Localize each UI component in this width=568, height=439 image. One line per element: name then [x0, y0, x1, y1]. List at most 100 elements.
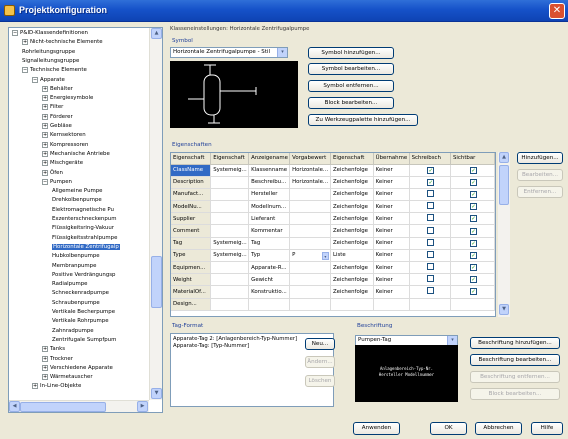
tree-item[interactable]: + Öfen	[42, 169, 63, 177]
cancel-button[interactable]: Abbrechen	[475, 422, 522, 435]
grid-column-header[interactable]: Anzeigename	[248, 153, 291, 165]
readonly-checkbox[interactable]	[427, 250, 435, 258]
tree-item[interactable]: Vertikale Becherpumpe	[52, 308, 115, 316]
chevron-down-icon[interactable]: ▾	[447, 336, 457, 345]
tree-item[interactable]: + Behälter	[42, 85, 73, 93]
scroll-thumb[interactable]	[499, 165, 509, 205]
readonly-checkbox[interactable]	[427, 275, 435, 283]
visible-checkbox[interactable]: ✓	[470, 178, 477, 186]
table-row[interactable]: Weight Gewicht Zeichenfolge Keiner ✓	[171, 273, 495, 287]
collapse-icon[interactable]: −	[22, 67, 28, 74]
add-symbol-button[interactable]: Symbol hinzufügen...	[308, 47, 394, 59]
tree-item[interactable]: − P&ID-Klassendefinitionen	[12, 29, 88, 37]
expand-icon[interactable]: +	[42, 364, 48, 371]
tree-item[interactable]: Signalleitungsgruppe	[22, 57, 79, 65]
tree-item[interactable]: Exzenterschneckenpum	[52, 215, 116, 223]
scroll-up-arrow-icon[interactable]: ▲	[151, 28, 162, 39]
tree-item[interactable]: Elektromagnetische Pu	[52, 206, 114, 214]
table-row[interactable]: Design...	[171, 298, 495, 311]
tree-item[interactable]: − Pumpen	[42, 178, 72, 186]
tree-item[interactable]: Vertikale Rohrpumpe	[52, 317, 109, 325]
scroll-down-arrow-icon[interactable]: ▼	[499, 304, 509, 315]
table-row[interactable]: Description Beschreibu... Horizontale... Ze…	[171, 176, 495, 189]
remove-property-button[interactable]: Entfernen...	[517, 186, 563, 198]
readonly-checkbox[interactable]	[427, 214, 435, 222]
tree-item[interactable]: + Kompressoren	[42, 141, 88, 149]
tree-item[interactable]: Membranpumpe	[52, 262, 96, 270]
tree-item[interactable]: + Nicht-technische Elemente	[22, 38, 103, 46]
properties-scrollbar[interactable]: ▲ ▼	[498, 152, 510, 317]
visible-checkbox[interactable]: ✓	[470, 190, 477, 198]
expand-icon[interactable]: +	[42, 95, 48, 102]
tree-item[interactable]: + Mechanische Antriebe	[42, 150, 110, 158]
visible-checkbox[interactable]: ✓	[470, 203, 477, 211]
chevron-down-icon[interactable]: ▾	[321, 251, 329, 260]
table-row[interactable]: Tag Systemeig... Tag Zeichenfolge Keiner ✓	[171, 237, 495, 250]
tree-item[interactable]: Radialpumpe	[52, 280, 87, 288]
new-tag-format-button[interactable]: Neu...	[305, 338, 335, 350]
scroll-thumb[interactable]	[20, 402, 106, 412]
expand-icon[interactable]: +	[42, 113, 48, 120]
collapse-icon[interactable]: −	[12, 30, 18, 36]
edit-label-button[interactable]: Beschriftung bearbeiten...	[470, 354, 560, 366]
grid-column-header[interactable]: Vorgabewert	[289, 153, 331, 165]
tree-item[interactable]: Schraubenpumpe	[52, 299, 100, 307]
add-label-button[interactable]: Beschriftung hinzufügen...	[470, 337, 560, 349]
readonly-checkbox[interactable]	[427, 202, 435, 210]
grid-column-header[interactable]: Schreibsch	[409, 153, 452, 165]
expand-icon[interactable]: +	[42, 150, 48, 157]
tree-item[interactable]: + Wärmetauscher	[42, 373, 93, 381]
ok-button[interactable]: OK	[430, 422, 467, 435]
readonly-checkbox[interactable]	[427, 263, 435, 271]
tree-item[interactable]: Positive Verdrängungsp	[52, 271, 115, 279]
readonly-checkbox[interactable]: ✓	[427, 166, 435, 174]
expand-icon[interactable]: +	[42, 355, 48, 362]
tree-item[interactable]: + Tanks	[42, 345, 65, 353]
edit-block-button[interactable]: Block bearbeiten...	[308, 97, 394, 109]
tree-item[interactable]: Horizontale Zentrifugalp	[52, 243, 120, 251]
readonly-checkbox[interactable]	[427, 287, 435, 295]
tree-item[interactable]: + Trockner	[42, 355, 73, 363]
tree-item[interactable]: Drehkolbenpumpe	[52, 196, 102, 204]
tree-item[interactable]: + Förderer	[42, 113, 73, 121]
symbol-style-select[interactable]: Horizontale Zentrifugalpumpe - Stil ▾	[170, 47, 288, 58]
properties-grid[interactable]: Eigenschaft Eigenschaft Anzeigename Vorgabe…	[170, 152, 496, 317]
close-button[interactable]: ✕	[549, 3, 565, 19]
visible-checkbox[interactable]: ✓	[470, 239, 477, 247]
expand-icon[interactable]: +	[42, 132, 48, 139]
edit-tag-format-button[interactable]: Ändern...	[305, 356, 335, 368]
collapse-icon[interactable]: −	[32, 76, 38, 83]
help-button[interactable]: Hilfe	[531, 422, 563, 435]
remove-label-button[interactable]: Beschriftung entfernen...	[470, 371, 560, 383]
apply-button[interactable]: Anwenden	[353, 422, 400, 435]
tree-item[interactable]: Rohrleitungsgruppe	[22, 48, 75, 56]
scroll-right-arrow-icon[interactable]: ▶	[137, 401, 148, 412]
tree-item[interactable]: + Kernsektoren	[42, 131, 86, 139]
tree-horizontal-scrollbar[interactable]: ◀ ▶	[9, 400, 149, 412]
table-row[interactable]: Equipmen... Apparate-R... Zeichenfolge Kein…	[171, 261, 495, 275]
tree-item[interactable]: + Filter	[42, 103, 63, 111]
table-row[interactable]: ModelNu... Modellnum... Zeichenfolge Keiner…	[171, 200, 495, 214]
grid-column-header[interactable]: Eigenschaft	[210, 153, 250, 165]
tree-item[interactable]: − Apparate	[32, 76, 65, 84]
edit-property-button[interactable]: Bearbeiten...	[517, 169, 563, 181]
tree-item[interactable]: Allgemeine Pumpe	[52, 187, 103, 195]
tree-vertical-scrollbar[interactable]: ▲ ▼	[149, 28, 162, 400]
table-row[interactable]: ClassName Systemeig... Klassenname Horizont…	[171, 164, 495, 177]
tree-item[interactable]: + Mischgeräte	[42, 159, 83, 167]
table-row[interactable]: Manufact... Hersteller Zeichenfolge Keiner ✓	[171, 188, 495, 202]
tree-item[interactable]: + Gebläse	[42, 122, 72, 130]
grid-column-header[interactable]: Eigenschaft	[330, 153, 374, 165]
readonly-checkbox[interactable]	[427, 189, 435, 197]
expand-icon[interactable]: +	[42, 123, 48, 129]
expand-icon[interactable]: +	[42, 141, 48, 148]
table-row[interactable]: Supplier Lieferant Zeichenfolge Keiner ✓	[171, 212, 495, 226]
table-row[interactable]: Type Systemeig... Typ P ▾ Liste Keiner ✓	[171, 249, 495, 263]
tree-item[interactable]: Hubkolbenpumpe	[52, 252, 100, 260]
add-to-tool-palette-button[interactable]: Zu Werkzeugpalette hinzufügen...	[308, 114, 418, 126]
expand-icon[interactable]: +	[42, 374, 48, 381]
scroll-thumb[interactable]	[151, 256, 162, 308]
tree-item[interactable]: + Verschiedene Apparate	[42, 364, 113, 372]
expand-icon[interactable]: +	[42, 85, 48, 92]
tree-item[interactable]: Zentrifugale Sumpfpum	[52, 336, 116, 344]
